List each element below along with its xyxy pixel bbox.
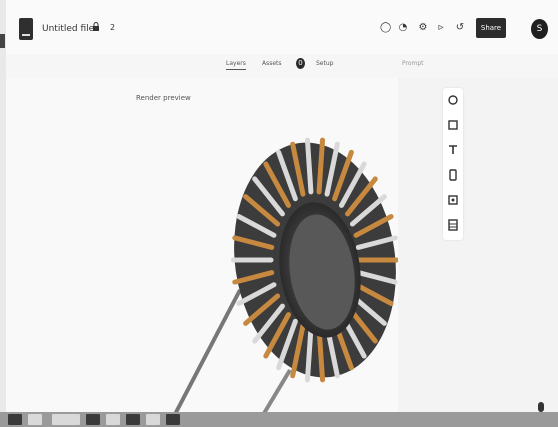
winding-turn: [304, 325, 314, 383]
winding-turn: [316, 137, 326, 195]
vertical-toolbar: [443, 88, 463, 240]
avatar[interactable]: S: [531, 19, 548, 39]
taskbar-app-icon[interactable]: [86, 414, 100, 425]
top-bar: Untitled file 2 ◯ ◔ ⚙ ▹ ↺ Share S: [6, 0, 558, 54]
frame-icon[interactable]: [447, 119, 459, 131]
taskbar-start-icon[interactable]: [8, 414, 22, 425]
side-panel-label: Prompt: [402, 60, 424, 67]
scroll-handle[interactable]: [538, 402, 544, 412]
comment-icon[interactable]: ◯: [380, 22, 391, 33]
tab-assets[interactable]: Assets: [262, 60, 282, 67]
winding-turn: [304, 137, 314, 195]
left-edge-marker: [0, 34, 5, 48]
toroidal-inductor-image: [170, 137, 400, 420]
text-icon[interactable]: [447, 144, 459, 156]
taskbar-app-icon[interactable]: [126, 414, 140, 425]
tab-layers[interactable]: Layers: [226, 60, 246, 70]
lock-icon[interactable]: [92, 22, 100, 31]
document-title[interactable]: Untitled file: [42, 24, 94, 34]
play-icon[interactable]: ▹: [436, 22, 446, 33]
move-icon[interactable]: [447, 94, 459, 106]
tab-badge: 0: [296, 58, 305, 69]
taskbar-app-icon[interactable]: [106, 414, 120, 425]
settings-icon[interactable]: ⚙: [418, 22, 428, 33]
tab-setup[interactable]: Setup: [316, 60, 333, 67]
undo-icon[interactable]: ↺: [455, 22, 465, 33]
file-icon: [19, 18, 33, 40]
share-count: 2: [110, 23, 116, 32]
share-button[interactable]: Share: [476, 18, 506, 38]
taskbar-app-icon[interactable]: [166, 414, 180, 425]
right-panel: [398, 78, 558, 412]
taskbar-app-icon[interactable]: [52, 414, 80, 425]
taskbar: [0, 412, 558, 427]
device-icon[interactable]: [447, 169, 459, 181]
history-icon[interactable]: ◔: [398, 22, 408, 33]
canvas-caption: Render preview: [136, 94, 191, 102]
taskbar-app-icon[interactable]: [146, 414, 160, 425]
table-icon[interactable]: [447, 219, 459, 231]
image-icon[interactable]: [447, 194, 459, 206]
taskbar-search-icon[interactable]: [28, 414, 42, 425]
